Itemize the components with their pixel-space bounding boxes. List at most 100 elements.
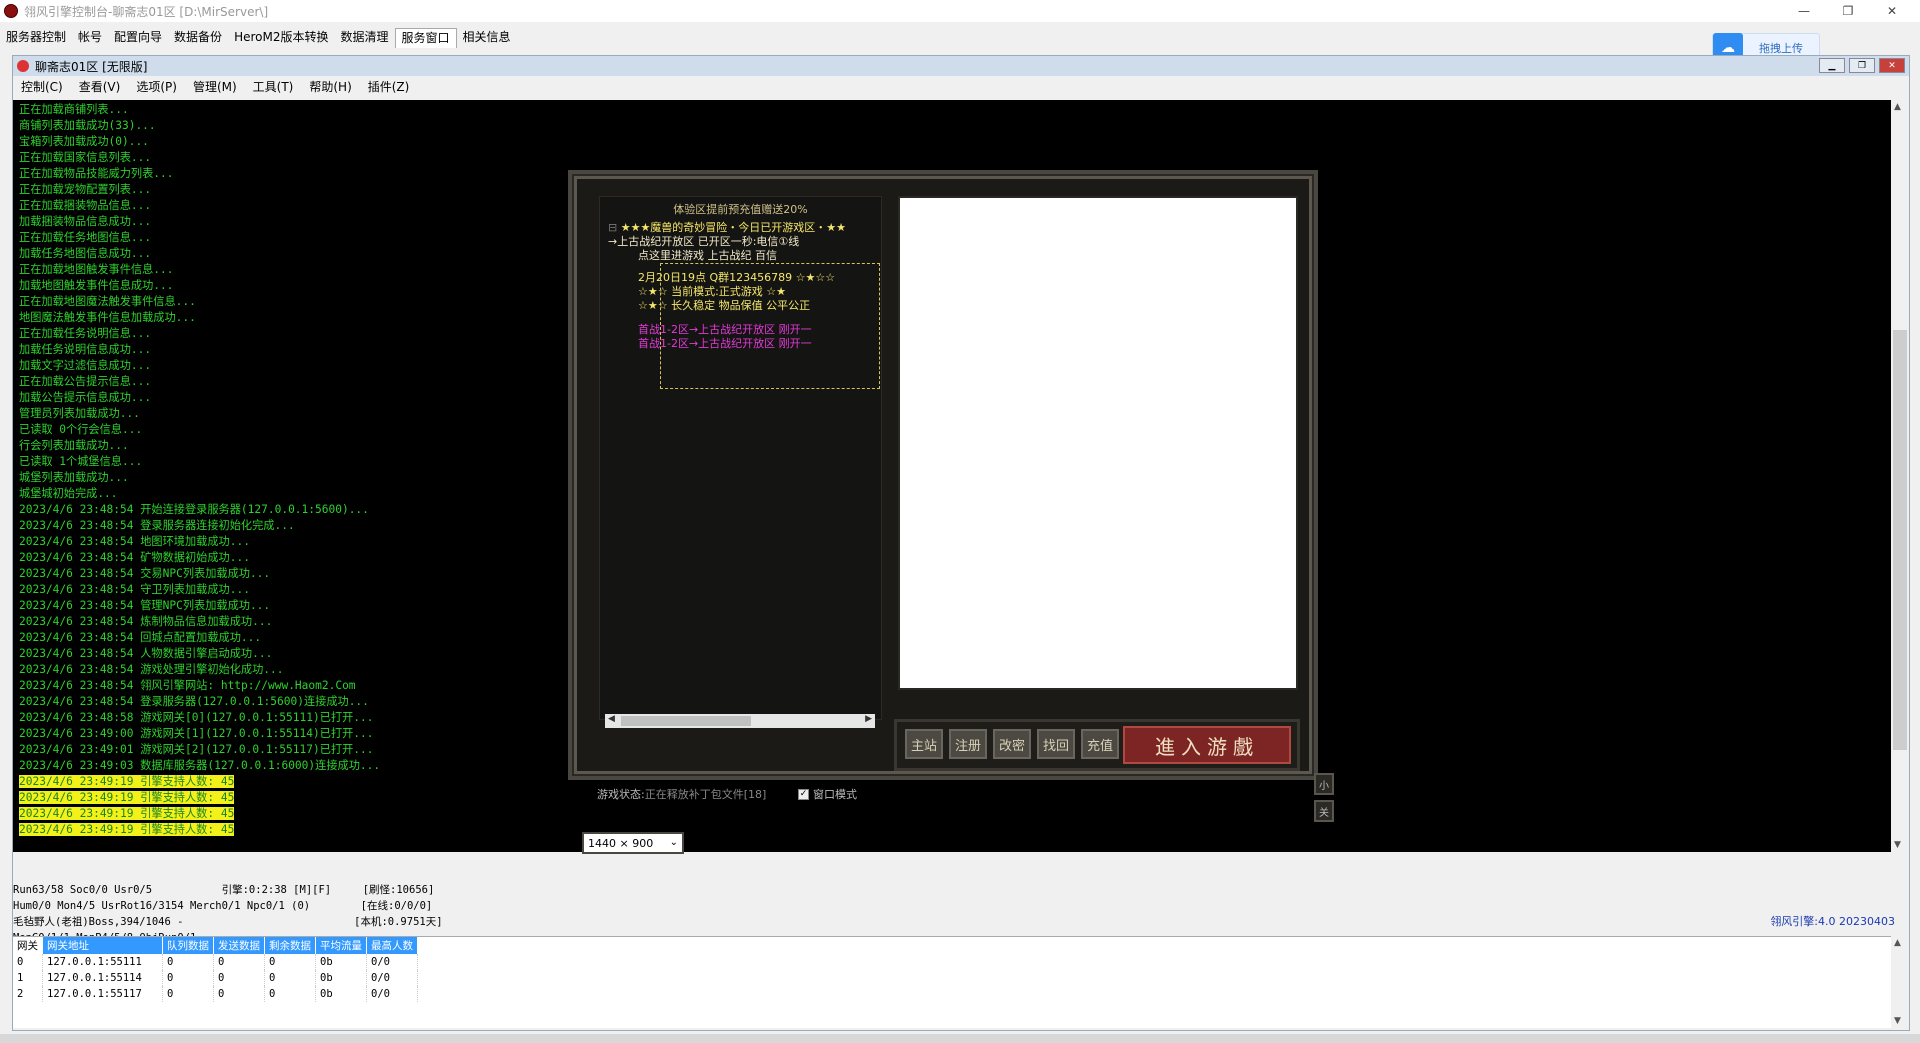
tree-node[interactable]: ⊟ ★★★魔兽的奇妙冒险・今日已开游戏区・★★ xyxy=(608,221,880,235)
status-line-1: Run63/58 Soc0/0 Usr0/5 引擎:0:2:38 [M][F] … xyxy=(13,884,435,896)
table-cell: 0 xyxy=(162,970,214,986)
menu-help[interactable]: 帮助(H) xyxy=(301,78,359,96)
tree-node[interactable]: ☆★☆ 当前模式:正式游戏 ☆★ xyxy=(608,285,880,299)
tab-service-window[interactable]: 服务窗口 xyxy=(394,28,457,48)
col-gate[interactable]: 网关 xyxy=(13,937,43,954)
tab-config-wizard[interactable]: 配置向导 xyxy=(108,28,168,48)
homepage-button[interactable]: 主站 xyxy=(905,729,943,759)
log-line: 商铺列表加载成功(33)... xyxy=(19,119,156,132)
table-cell: 0/0 xyxy=(366,970,418,986)
resolution-select[interactable]: 1440 × 900 ⌄ xyxy=(582,832,684,854)
log-line: 已读取 1个城堡信息... xyxy=(19,455,143,468)
notice-hscrollbar[interactable]: ◀ ▶ xyxy=(605,714,875,728)
log-line: 2023/4/6 23:48:54 守卫列表加载成功... xyxy=(19,583,250,596)
log-line: 管理员列表加载成功... xyxy=(19,407,140,420)
table-cell: 0b xyxy=(315,970,367,986)
tree-node-label: 点这里进游戏 上古战纪 百信 xyxy=(638,249,777,262)
recharge-button[interactable]: 充值 xyxy=(1081,729,1119,759)
menu-manage[interactable]: 管理(M) xyxy=(185,78,245,96)
tab-server-control[interactable]: 服务器控制 xyxy=(0,28,72,48)
restore-icon[interactable]: ❐ xyxy=(1826,0,1870,22)
taskbar-strip xyxy=(0,1034,1920,1043)
tab-account[interactable]: 帐号 xyxy=(72,28,108,48)
log-line: 加载文字过滤信息成功... xyxy=(19,359,152,372)
child-minimize-icon[interactable]: ▁ xyxy=(1819,58,1845,73)
table-cell: 127.0.0.1:55111 xyxy=(42,954,163,970)
notice-header: 体验区提前预充值赠送20% xyxy=(673,203,808,216)
child-close-icon[interactable]: ✕ xyxy=(1879,58,1905,73)
launcher-close-button[interactable]: 关 xyxy=(1314,800,1334,822)
child-restore-icon[interactable]: ❐ xyxy=(1849,58,1875,73)
col-address[interactable]: 网关地址 xyxy=(42,937,163,954)
tab-data-cleanup[interactable]: 数据清理 xyxy=(334,28,394,48)
col-max-users[interactable]: 最高人数 xyxy=(366,937,418,954)
gateway-table: 网关 网关地址 队列数据 发送数据 剩余数据 平均流量 最高人数 0 127.0.… xyxy=(13,936,1891,1028)
server-icon xyxy=(17,60,29,72)
log-line: 2023/4/6 23:48:58 游戏网关[0](127.0.0.1:5511… xyxy=(19,711,374,724)
notice-scroll-thumb[interactable] xyxy=(621,716,751,726)
menu-control[interactable]: 控制(C) xyxy=(13,78,71,96)
tab-related-info[interactable]: 相关信息 xyxy=(457,28,517,48)
log-line: 正在加载任务地图信息... xyxy=(19,231,152,244)
col-remaining[interactable]: 剩余数据 xyxy=(264,937,316,954)
scroll-up-icon[interactable]: ▲ xyxy=(1894,102,1901,112)
tree-node[interactable]: ☆★☆ 长久稳定 物品保值 公平公正 xyxy=(608,299,880,313)
table-scroll-down-icon[interactable]: ▼ xyxy=(1894,1016,1901,1026)
tree-node-label: ☆★☆ 长久稳定 物品保值 公平公正 xyxy=(638,299,811,312)
menu-view[interactable]: 查看(V) xyxy=(71,78,129,96)
table-cell: 127.0.0.1:55117 xyxy=(42,986,163,1002)
table-row[interactable]: 2 127.0.0.1:55117 0 0 0 0b 0/0 xyxy=(13,986,418,1002)
recover-button[interactable]: 找回 xyxy=(1037,729,1075,759)
close-icon[interactable]: ✕ xyxy=(1870,0,1914,22)
tab-herom2-convert[interactable]: HeroM2版本转换 xyxy=(228,28,334,48)
server-tree[interactable]: ⊟ ★★★魔兽的奇妙冒险・今日已开游戏区・★★ →上古战纪开放区 已开区一秒:电… xyxy=(608,221,880,351)
menu-tools[interactable]: 工具(T) xyxy=(245,78,302,96)
tab-data-backup[interactable]: 数据备份 xyxy=(168,28,228,48)
console-scroll-thumb[interactable] xyxy=(1893,330,1907,750)
table-cell: 0 xyxy=(264,970,316,986)
enter-game-button[interactable]: 進入游戲 xyxy=(1123,726,1291,764)
checkbox-checked-icon[interactable]: ✓ xyxy=(798,788,809,800)
log-line-highlight: 2023/4/6 23:49:19 引擎支持人数: 45 xyxy=(19,823,235,836)
change-password-button[interactable]: 改密 xyxy=(993,729,1031,759)
log-line: 2023/4/6 23:48:54 翎风引擎网站: http://www.Hao… xyxy=(19,679,356,692)
log-line: 加载地图触发事件信息成功... xyxy=(19,279,174,292)
register-button[interactable]: 注册 xyxy=(949,729,987,759)
log-line: 2023/4/6 23:48:54 炼制物品信息加载成功... xyxy=(19,615,273,628)
table-scrollbar[interactable]: ▲ ▼ xyxy=(1891,936,1909,1028)
log-line: 正在加载任务说明信息... xyxy=(19,327,152,340)
web-view[interactable] xyxy=(898,196,1298,690)
tree-node-label: 2月20日19点 Q群123456789 ☆★☆☆ xyxy=(638,271,836,284)
table-scroll-up-icon[interactable]: ▲ xyxy=(1894,938,1901,948)
log-line: 已读取 0个行会信息... xyxy=(19,423,143,436)
col-sent[interactable]: 发送数据 xyxy=(213,937,265,954)
menu-plugins[interactable]: 插件(Z) xyxy=(360,78,418,96)
launcher-minimize-button[interactable]: 小 xyxy=(1314,773,1334,795)
tree-node-label: 首战1-2区→上古战纪开放区 刚开一 xyxy=(638,337,812,350)
menu-options[interactable]: 选项(P) xyxy=(128,78,185,96)
scroll-down-icon[interactable]: ▼ xyxy=(1894,840,1901,850)
tree-node[interactable]: 点这里进游戏 上古战纪 百信 xyxy=(608,249,880,263)
tree-node[interactable]: 首战1-2区→上古战纪开放区 刚开一 xyxy=(608,323,880,337)
minimize-icon[interactable]: — xyxy=(1782,0,1826,22)
scroll-left-icon[interactable]: ◀ xyxy=(608,714,615,724)
table-row[interactable]: 0 127.0.0.1:55111 0 0 0 0b 0/0 xyxy=(13,954,418,970)
scroll-right-icon[interactable]: ▶ xyxy=(865,714,872,724)
log-line: 正在加载地图魔法触发事件信息... xyxy=(19,295,196,308)
log-line: 加载捆装物品信息成功... xyxy=(19,215,152,228)
tree-node[interactable]: 首战1-2区→上古战纪开放区 刚开一 xyxy=(608,337,880,351)
log-line: 正在加载地图触发事件信息... xyxy=(19,263,174,276)
table-row[interactable]: 1 127.0.0.1:55114 0 0 0 0b 0/0 xyxy=(13,970,418,986)
log-line: 2023/4/6 23:49:19 引擎支持人数: 45 xyxy=(19,790,380,806)
upload-label: 拖拽上传 xyxy=(1759,42,1803,55)
log-line: 2023/4/6 23:48:54 开始连接登录服务器(127.0.0.1:56… xyxy=(19,503,369,516)
col-queue[interactable]: 队列数据 xyxy=(162,937,214,954)
log-line: 2023/4/6 23:49:01 游戏网关[2](127.0.0.1:5511… xyxy=(19,743,374,756)
collapse-icon[interactable]: ⊟ xyxy=(608,221,621,234)
tree-node[interactable]: 2月20日19点 Q群123456789 ☆★☆☆ xyxy=(608,271,880,285)
log-line: 2023/4/6 23:48:54 游戏处理引擎初始化成功... xyxy=(19,663,284,676)
tree-node[interactable]: →上古战纪开放区 已开区一秒:电信①线 xyxy=(608,235,880,249)
window-mode-toggle[interactable]: ✓ 窗口模式 xyxy=(798,786,857,802)
col-avg-traffic[interactable]: 平均流量 xyxy=(315,937,367,954)
console-scrollbar[interactable]: ▲ ▼ xyxy=(1891,100,1909,852)
